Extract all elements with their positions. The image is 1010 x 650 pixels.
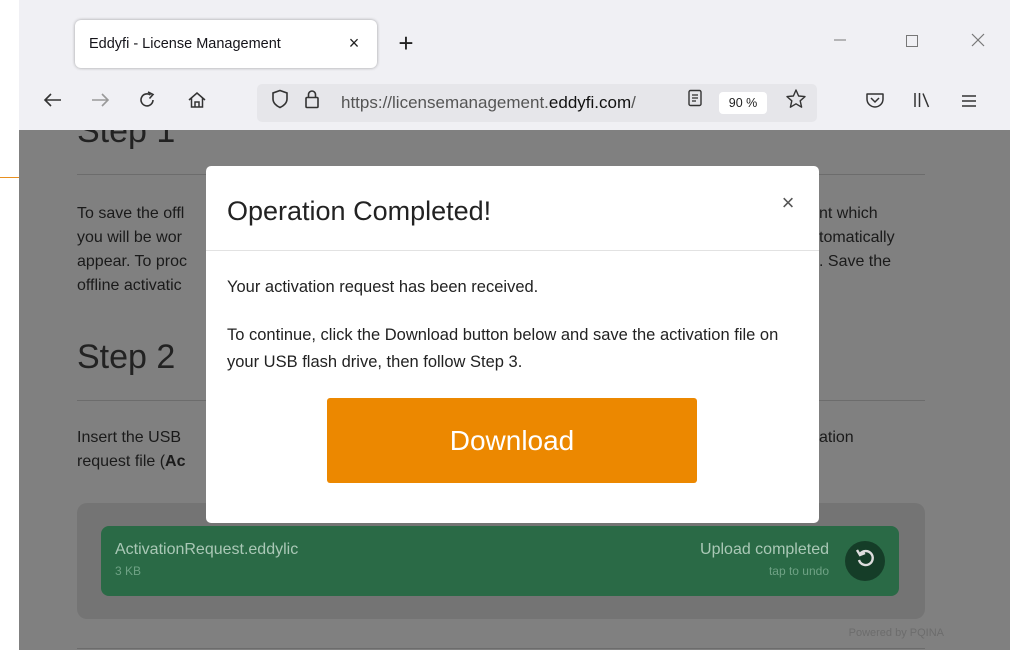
text-line: offline activatic: [77, 277, 182, 294]
tab-title: Eddyfi - License Management: [89, 36, 281, 52]
modal-title: Operation Completed!: [227, 196, 492, 226]
text-line: ation: [819, 429, 854, 446]
divider: [77, 648, 925, 649]
home-icon[interactable]: [182, 88, 212, 118]
reader-view-icon[interactable]: [681, 89, 709, 117]
operation-completed-modal: Operation Completed! × Your activation r…: [206, 166, 819, 523]
modal-header: Operation Completed! ×: [206, 166, 819, 251]
step2-text-right: ation: [819, 426, 854, 450]
step1-text-left: To save the offl you will be wor appear.…: [77, 202, 187, 298]
menu-hamburger-icon[interactable]: [954, 88, 984, 118]
url-domain: eddyfi.com: [548, 93, 632, 112]
text-line: . Save the: [819, 253, 892, 270]
text-line: To save the offl: [77, 205, 185, 222]
pocket-icon[interactable]: [860, 88, 890, 118]
left-margin: [0, 0, 19, 650]
url-text[interactable]: https://licensemanagement.eddyfi.com/: [341, 93, 686, 113]
text-line: Insert the USB: [77, 429, 182, 446]
url-prefix: https://licensemanagement.: [341, 93, 549, 112]
window-close-icon[interactable]: [963, 28, 993, 58]
step2-heading: Step 2: [77, 338, 176, 376]
text-line: nt which: [819, 205, 878, 222]
text-line: tomatically: [819, 229, 895, 246]
lock-icon[interactable]: [297, 88, 327, 118]
shield-icon[interactable]: [265, 88, 295, 118]
modal-close-icon[interactable]: ×: [778, 191, 798, 215]
back-arrow-icon[interactable]: [38, 88, 68, 118]
undo-hint[interactable]: tap to undo: [769, 564, 829, 578]
upload-status: Upload completed: [700, 541, 829, 558]
uploaded-file-item: ActivationRequest.eddylic 3 KB Upload co…: [101, 526, 899, 596]
tab-bar: Eddyfi - License Management × +: [19, 0, 1010, 76]
step1-heading: Step 1: [77, 130, 176, 150]
tab-close-icon[interactable]: ×: [341, 30, 367, 56]
url-suffix: /: [631, 93, 636, 112]
new-tab-button[interactable]: +: [391, 28, 421, 58]
step1-text-right: nt which tomatically . Save the: [819, 202, 895, 274]
file-name: ActivationRequest.eddylic: [115, 541, 299, 558]
library-icon[interactable]: [907, 88, 937, 118]
file-size: 3 KB: [115, 564, 142, 578]
undo-icon[interactable]: [845, 541, 885, 581]
forward-arrow-icon[interactable]: [85, 88, 115, 118]
text-line: appear. To proc: [77, 253, 188, 270]
left-accent-line: [0, 177, 19, 178]
browser-window: Eddyfi - License Management × + https://…: [19, 0, 1010, 650]
text-fragment: request file (: [77, 453, 166, 470]
text-line: request file (Ac: [77, 450, 186, 474]
modal-instructions: To continue, click the Download button b…: [227, 326, 779, 371]
modal-message: Your activation request has been receive…: [227, 278, 539, 296]
maximize-icon[interactable]: [897, 28, 927, 58]
url-bar[interactable]: https://licensemanagement.eddyfi.com/ 90…: [257, 84, 817, 122]
powered-by[interactable]: Powered by PQINA: [849, 627, 944, 639]
navigation-bar: https://licensemanagement.eddyfi.com/ 90…: [19, 76, 1010, 130]
download-button[interactable]: Download: [327, 398, 697, 483]
reload-icon[interactable]: [132, 88, 162, 118]
bold-fragment: Ac: [165, 453, 186, 470]
bookmark-star-icon[interactable]: [781, 88, 811, 118]
text-line: you will be wor: [77, 229, 182, 246]
zoom-level[interactable]: 90 %: [719, 92, 767, 114]
minimize-icon[interactable]: [825, 28, 855, 58]
browser-tab[interactable]: Eddyfi - License Management ×: [75, 20, 377, 68]
step2-text-left: Insert the USB request file (Ac: [77, 426, 186, 474]
